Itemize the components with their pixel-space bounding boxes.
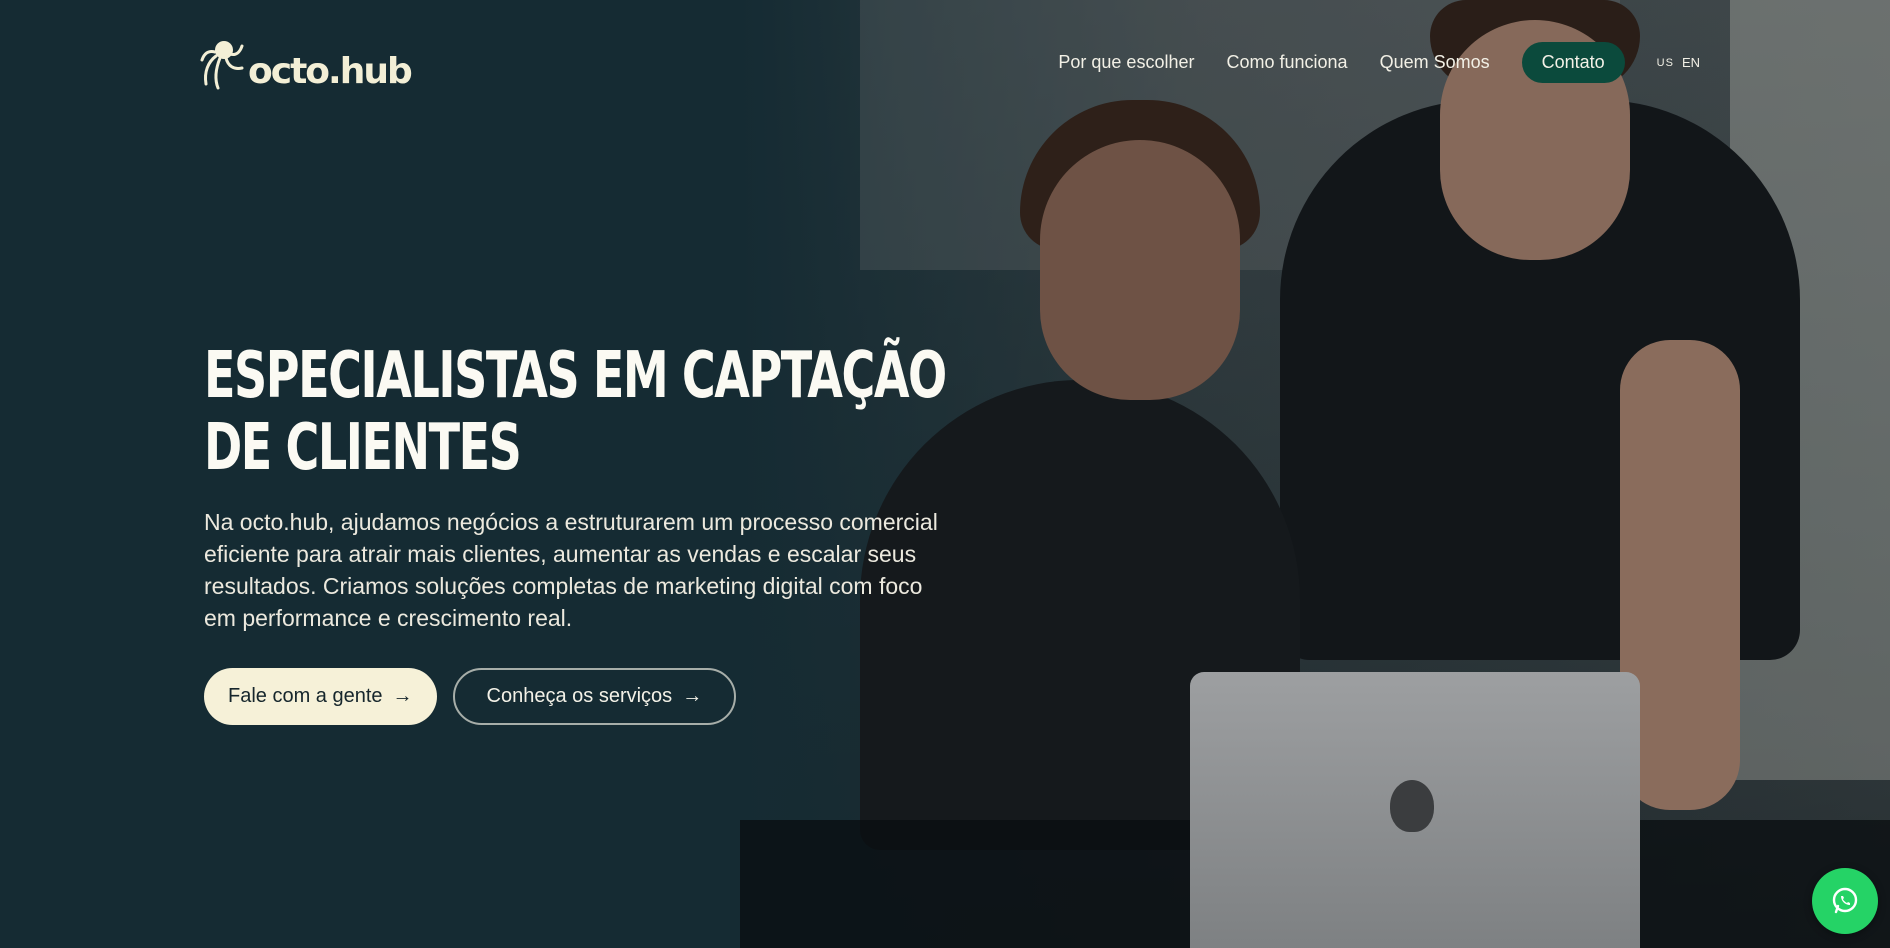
nav-quem-somos[interactable]: Quem Somos (1380, 52, 1490, 73)
language-switcher[interactable]: US EN (1657, 55, 1700, 70)
talk-to-us-button[interactable]: Fale com a gente → (204, 668, 437, 725)
whatsapp-button[interactable] (1812, 868, 1878, 934)
hero-headline: Especialistas em captação de clientes (204, 339, 947, 485)
hero-description: Na octo.hub, ajudamos negócios a estrutu… (204, 509, 938, 631)
language-label: EN (1681, 55, 1700, 70)
arrow-right-icon: → (682, 685, 703, 707)
octopus-icon (200, 41, 244, 90)
hero-content: Especialistas em captação de clientes Na… (204, 340, 964, 725)
services-button[interactable]: Conheça os serviços → (452, 668, 737, 725)
brand-name: octo.hub (248, 51, 413, 92)
site-header: octo.hub Por que escolher Como funciona … (0, 0, 1890, 120)
contact-button[interactable]: Contato (1521, 42, 1625, 83)
services-label: Conheça os serviços (486, 685, 673, 707)
brand-logo[interactable]: octo.hub (200, 38, 413, 92)
main-nav: Por que escolher Como funciona Quem Somo… (1058, 42, 1700, 83)
cta-row: Fale com a gente → Conheça os serviços → (204, 668, 964, 725)
us-flag-icon: US (1656, 56, 1674, 69)
talk-to-us-label: Fale com a gente (228, 685, 383, 707)
nav-por-que-escolher[interactable]: Por que escolher (1058, 52, 1194, 73)
seated-person-head (1040, 140, 1240, 400)
whatsapp-icon (1832, 887, 1858, 914)
nav-como-funciona[interactable]: Como funciona (1226, 52, 1347, 73)
apple-logo-icon (1390, 780, 1434, 832)
arrow-right-icon: → (392, 685, 413, 707)
